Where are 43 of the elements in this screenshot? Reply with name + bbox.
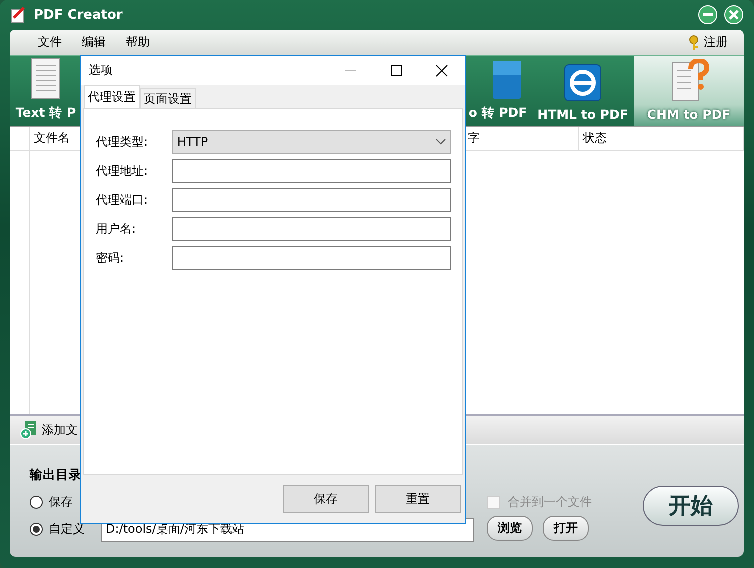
output-directory-label: 输出目录 [30,467,83,484]
app-logo-icon [10,6,28,24]
dropdown[interactable]: HTTP [172,130,451,154]
tab[interactable]: 代理设置 [84,85,140,108]
key-icon [688,34,700,50]
minimize-icon [344,70,356,71]
input-field[interactable] [172,159,451,183]
action-button[interactable]: 浏览 [487,516,533,541]
minimize-icon[interactable] [698,5,718,25]
radio-button[interactable] [30,496,43,509]
close-icon[interactable] [724,5,744,25]
radio-button[interactable] [30,523,43,536]
field-label: 用户名: [96,220,138,238]
field-label: 代理地址: [96,162,150,180]
tab[interactable]: 页面设置 [140,88,196,108]
dialog-title: 选项 [89,62,113,79]
add-document-icon [20,420,38,440]
window-title: PDF Creator [34,8,123,22]
radio-label: 保存 [49,494,73,511]
field-label: 代理端口: [96,192,150,208]
field-label: 密码: [96,250,126,266]
radio-label: 自定义 [49,521,85,538]
dialog-button[interactable]: 保存 [283,485,369,513]
input-field[interactable] [172,217,451,241]
input-field[interactable] [172,188,451,212]
password-field[interactable] [172,246,451,270]
browser-icon [563,63,603,103]
add-file-button[interactable]: 添加文 [18,418,80,442]
close-icon [436,64,448,76]
menu-item[interactable]: 帮助 [118,32,158,53]
converter-button[interactable]: Text 转 P [10,56,82,126]
action-button[interactable]: 打开 [543,516,589,541]
checkbox-label: 合并到一个文件 [508,494,592,511]
maximize-icon [390,65,402,76]
column-header: 状态 [579,127,744,151]
dialog-button[interactable]: 重置 [375,485,461,513]
menu-item[interactable]: 文件 [30,32,70,53]
start-button[interactable]: 开始 [643,486,739,526]
field-label: 代理类型: [96,134,150,150]
register-button[interactable]: 注册 [680,32,736,53]
converter-button[interactable]: HTML to PDF [534,56,632,126]
menu-item[interactable]: 编辑 [74,32,114,53]
chevron-down-icon [436,139,446,145]
